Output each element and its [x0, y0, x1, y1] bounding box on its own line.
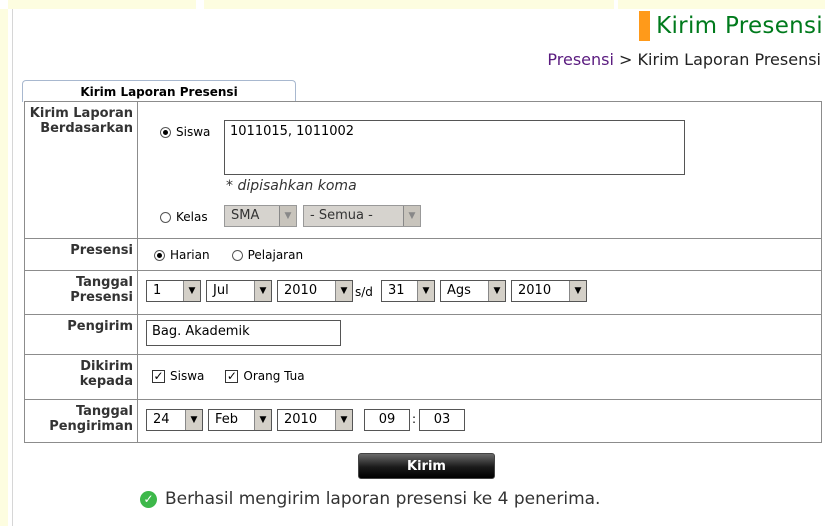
label-presensi: Presensi — [24, 238, 138, 271]
tab-kirim-laporan[interactable]: Kirim Laporan Presensi — [22, 80, 296, 102]
title-accent-bar — [639, 11, 651, 41]
kelas-class-value: - Semua - — [310, 208, 373, 223]
radio-siswa[interactable] — [160, 126, 171, 138]
triangle-down-icon: ▼ — [183, 281, 200, 301]
side-stripe — [0, 0, 8, 526]
triangle-down-icon: ▼ — [335, 281, 352, 301]
kelas-class-select[interactable]: - Semua - ▼ — [303, 205, 421, 227]
radio-pelajaran-label: Pelajaran — [247, 248, 304, 262]
hour-input[interactable]: 09 — [364, 409, 410, 431]
kelas-level-value: SMA — [231, 208, 260, 223]
send-day-select[interactable]: 24 ▼ — [146, 409, 203, 431]
radio-harian[interactable] — [154, 249, 165, 261]
breadcrumb: Presensi > Kirim Laporan Presensi — [547, 50, 821, 69]
checkbox-orang-tua-label: Orang Tua — [243, 369, 305, 383]
triangle-down-icon: ▼ — [279, 206, 296, 226]
label-tanggal-pengiriman: Tanggal Pengiriman — [24, 399, 138, 443]
send-day-value: 24 — [153, 412, 170, 427]
kelas-level-select[interactable]: SMA ▼ — [224, 205, 297, 227]
page-header: Kirim Presensi — [639, 8, 823, 44]
time-colon: : — [412, 412, 417, 426]
to-day-value: 31 — [388, 283, 405, 298]
hint-text: * dipisahkan koma — [226, 178, 357, 194]
from-day-value: 1 — [153, 283, 162, 298]
radio-pelajaran[interactable] — [231, 249, 243, 261]
radio-kelas-label: Kelas — [176, 210, 208, 224]
label-dikirim-kepada: Dikirim kepada — [24, 354, 138, 400]
triangle-down-icon: ▼ — [254, 281, 271, 301]
page-title: Kirim Presensi — [656, 13, 823, 39]
minute-input[interactable]: 03 — [419, 409, 465, 431]
check-circle-icon: ✓ — [140, 490, 157, 508]
checkbox-siswa-label: Siswa — [170, 369, 205, 383]
breadcrumb-separator: > — [619, 50, 633, 69]
to-year-select[interactable]: 2010 ▼ — [511, 280, 587, 302]
from-year-value: 2010 — [284, 283, 318, 298]
from-day-select[interactable]: 1 ▼ — [146, 280, 201, 302]
to-year-value: 2010 — [518, 283, 552, 298]
label-kirim-laporan: Kirim Laporan Berdasarkan — [24, 101, 138, 239]
siswa-input[interactable]: 1011015, 1011002 — [224, 120, 685, 175]
from-year-select[interactable]: 2010 ▼ — [277, 280, 353, 302]
radio-kelas[interactable] — [160, 211, 171, 223]
range-separator: s/d — [355, 285, 373, 299]
send-month-value: Feb — [215, 412, 239, 427]
triangle-down-icon: ▼ — [417, 281, 434, 301]
breadcrumb-link-presensi[interactable]: Presensi — [547, 50, 614, 69]
report-form: Kirim Laporan Berdasarkan Siswa 1011015,… — [24, 101, 822, 443]
checkbox-siswa[interactable]: ✓ — [152, 369, 165, 383]
send-month-select[interactable]: Feb ▼ — [208, 409, 272, 431]
label-tanggal-presensi: Tanggal Presensi — [24, 270, 138, 315]
to-month-select[interactable]: Ags ▼ — [440, 280, 506, 302]
from-month-select[interactable]: Jul ▼ — [206, 280, 272, 302]
success-message: ✓ Berhasil mengirim laporan presensi ke … — [140, 489, 600, 509]
triangle-down-icon: ▼ — [569, 281, 586, 301]
triangle-down-icon: ▼ — [403, 206, 420, 226]
success-text: Berhasil mengirim laporan presensi ke 4 … — [165, 489, 601, 509]
pengirim-input[interactable]: Bag. Akademik — [146, 320, 341, 346]
to-day-select[interactable]: 31 ▼ — [381, 280, 435, 302]
triangle-down-icon: ▼ — [488, 281, 505, 301]
triangle-down-icon: ▼ — [185, 410, 202, 430]
kirim-button[interactable]: Kirim — [358, 453, 495, 479]
triangle-down-icon: ▼ — [335, 410, 352, 430]
label-pengirim: Pengirim — [24, 314, 138, 355]
triangle-down-icon: ▼ — [254, 410, 271, 430]
radio-siswa-label: Siswa — [176, 125, 211, 139]
from-month-value: Jul — [213, 283, 229, 298]
to-month-value: Ags — [447, 283, 471, 298]
send-year-select[interactable]: 2010 ▼ — [277, 409, 353, 431]
checkbox-orang-tua[interactable]: ✓ — [225, 369, 239, 383]
radio-harian-label: Harian — [170, 248, 210, 262]
send-year-value: 2010 — [284, 412, 318, 427]
breadcrumb-current: Kirim Laporan Presensi — [637, 50, 821, 69]
